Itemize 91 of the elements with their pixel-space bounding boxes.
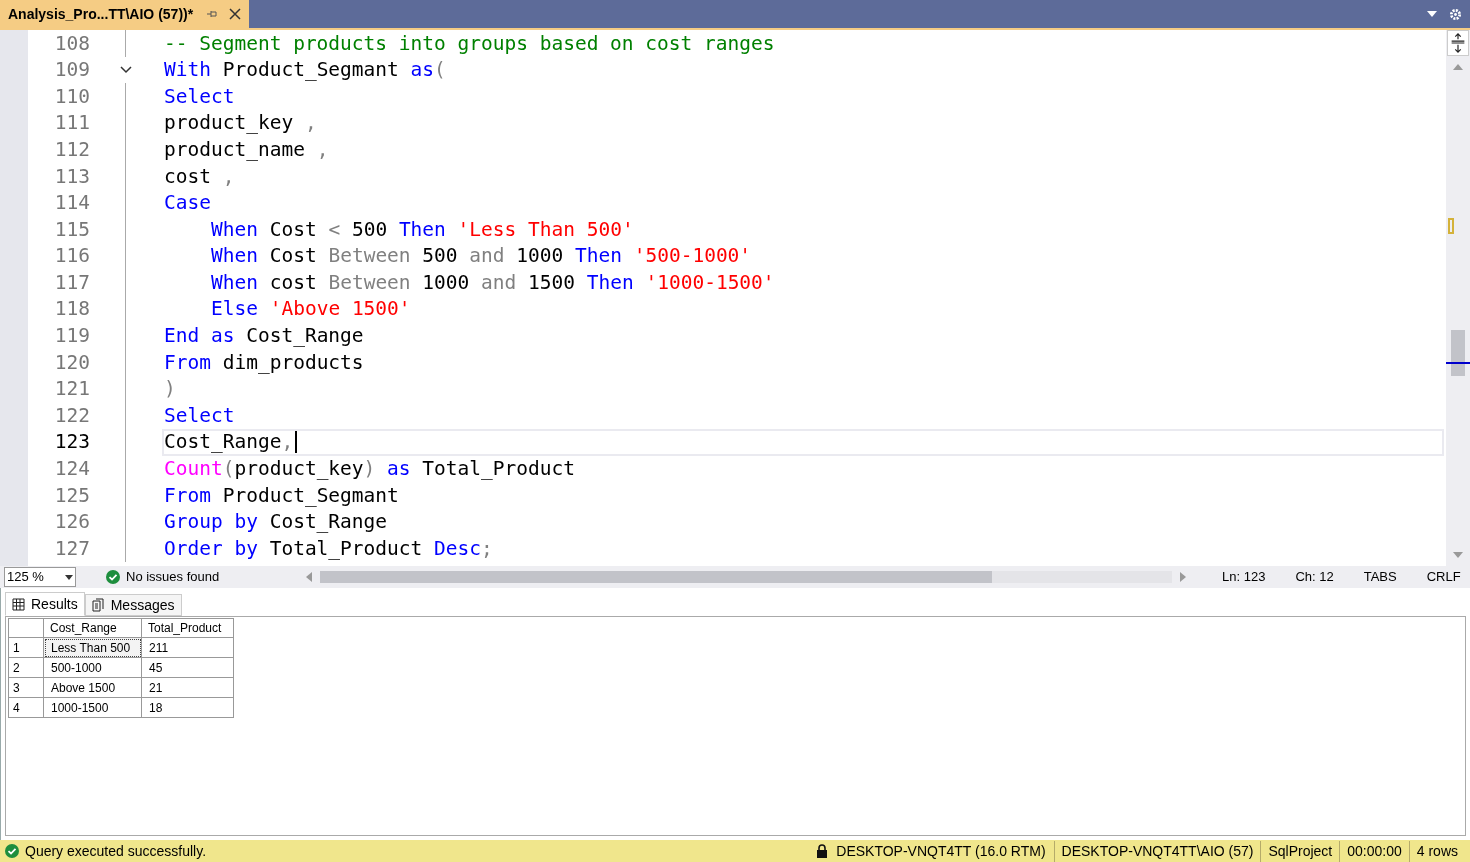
line-number: 114: [53, 193, 90, 213]
code-line: Case: [163, 190, 212, 217]
dropdown-icon[interactable]: [1427, 11, 1437, 17]
line-number: 126: [53, 512, 90, 532]
text-cursor: [295, 431, 298, 454]
user-name: DESKTOP-VNQT4TT\AIO (57): [1054, 840, 1262, 862]
row-count: 4 rows: [1415, 841, 1459, 861]
horizontal-scroll-thumb[interactable]: [320, 571, 992, 583]
table-cell: 18: [141, 697, 234, 718]
line-number: 120: [53, 352, 90, 373]
code-line: ): [163, 376, 177, 403]
row-number[interactable]: 1: [8, 637, 44, 658]
close-icon[interactable]: [229, 8, 242, 20]
line-number: 121: [53, 379, 90, 399]
collapse-icon[interactable]: [120, 65, 132, 74]
line-number: 116: [53, 246, 90, 266]
split-icon[interactable]: [1447, 30, 1469, 56]
vertical-scrollbar[interactable]: [1446, 30, 1470, 566]
table-cell: 45: [141, 657, 234, 678]
code-line: With Product_Segmant as(: [163, 57, 447, 84]
line-number: 118: [53, 299, 90, 319]
caret-icon: [65, 574, 73, 580]
scroll-down-icon[interactable]: [1453, 552, 1463, 558]
code-line: When Cost < 500 Then 'Less Than 500': [210, 216, 635, 243]
line-number: 123: [53, 432, 90, 452]
document-icon: [91, 598, 105, 612]
code-line: cost ,: [163, 163, 236, 190]
row-number[interactable]: 3: [8, 677, 44, 698]
line-number: 119: [53, 326, 90, 346]
line-ending: CRLF: [1426, 568, 1461, 587]
zoom-dropdown[interactable]: 125 %: [4, 567, 76, 587]
table-cell: 1000-1500: [43, 697, 142, 718]
code-line: product_name ,: [163, 136, 330, 163]
line-number: 125: [53, 485, 90, 506]
line-number: 117: [53, 272, 90, 293]
code-line: Select: [163, 83, 236, 110]
database-name: SqlProject: [1261, 840, 1341, 862]
table-cell: 500-1000: [43, 657, 142, 678]
row-number[interactable]: 4: [8, 697, 44, 718]
success-icon: [106, 570, 120, 584]
scroll-up-icon[interactable]: [1453, 64, 1463, 70]
line-number: 111: [53, 113, 90, 133]
table-cell: 21: [141, 677, 234, 698]
issues-status: No issues found: [126, 568, 220, 587]
code-line: Else 'Above 1500': [210, 296, 412, 323]
line-indicator: Ln: 123: [1222, 568, 1266, 587]
code-line: Order by Total_Product Desc;: [163, 535, 494, 562]
code-line: -- Segment products into groups based on cost ranges: [163, 30, 776, 57]
code-line: Select: [163, 402, 236, 429]
result-tab[interactable]: Messages: [84, 594, 182, 616]
scroll-left-icon[interactable]: [306, 572, 312, 582]
success-icon: [5, 844, 19, 858]
line-number: 109: [53, 60, 90, 80]
grid-icon: [12, 597, 25, 611]
column-header[interactable]: Cost_Range: [43, 618, 142, 638]
code-line: From Product_Segmant: [163, 482, 400, 509]
row-number[interactable]: 2: [8, 657, 44, 678]
server-name: DESKTOP-VNQT4TT (16.0 RTM): [828, 840, 1055, 862]
table-cell: Above 1500: [43, 677, 142, 698]
code-line: Group by Cost_Range: [163, 509, 389, 536]
elapsed-time: 00:00:00: [1340, 840, 1410, 862]
column-header[interactable]: Total_Product: [141, 618, 234, 638]
cursor-position-marker: [1446, 362, 1470, 364]
line-number: 122: [53, 405, 90, 426]
pin-icon[interactable]: [205, 8, 218, 20]
result-tab[interactable]: Results: [5, 592, 85, 616]
code-line: Count(product_key) as Total_Product: [163, 456, 576, 483]
line-number: 127: [53, 538, 90, 559]
code-line: End as Cost_Range: [163, 323, 365, 350]
scroll-thumb[interactable]: [1451, 330, 1465, 376]
scroll-right-icon[interactable]: [1180, 572, 1186, 582]
column-indicator: Ch: 12: [1295, 568, 1334, 587]
line-number: 124: [53, 459, 90, 479]
query-status: Query executed successfully.: [25, 841, 207, 861]
document-tab[interactable]: Analysis_Pro...TT\AIO (57))*: [0, 0, 250, 28]
horizontal-scrollbar[interactable]: [320, 571, 1172, 583]
code-line: When cost Between 1000 and 1500 Then '1000-1500': [210, 269, 776, 296]
code-line: From dim_products: [163, 349, 365, 376]
lock-icon: [816, 844, 829, 858]
line-number: 108: [53, 33, 90, 54]
corner-cell: [8, 618, 44, 638]
code-line: When Cost Between 500 and 1000 Then '500-1000': [210, 243, 753, 270]
line-number: 110: [53, 86, 90, 107]
settings-icon[interactable]: [1449, 7, 1462, 21]
indent-mode: TABS: [1363, 568, 1397, 587]
line-number: 112: [53, 139, 90, 160]
line-number: 113: [53, 166, 90, 186]
code-line: product_key ,: [163, 110, 318, 137]
change-marker: [1448, 218, 1454, 234]
table-cell: 211: [141, 637, 234, 658]
line-number: 115: [53, 219, 90, 240]
